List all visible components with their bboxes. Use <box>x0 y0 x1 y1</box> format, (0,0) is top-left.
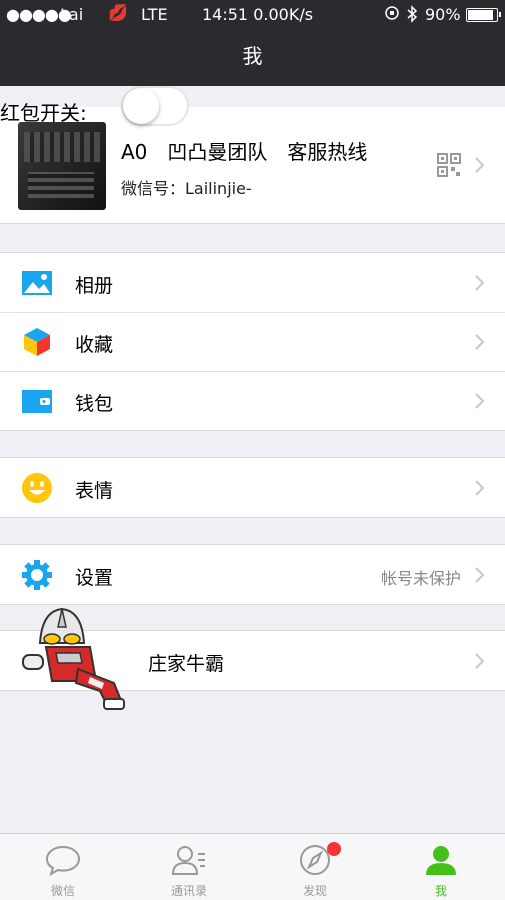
chevron-right-icon <box>475 653 485 669</box>
hongbao-toggle[interactable] <box>121 86 189 126</box>
wechat-id: 微信号：Lailinjie- <box>121 179 252 198</box>
status-bar: ●●●●● Lai 💋 LTE 14:51 0.00K/s 90% <box>0 0 505 30</box>
cell-album-label: 相册 <box>75 275 114 297</box>
battery-icon <box>466 8 501 22</box>
tab-bar: 微信 通讯录 发现 我 <box>0 833 505 900</box>
top-bar: ●●●●● Lai 💋 LTE 14:51 0.00K/s 90% 我 <box>0 0 505 86</box>
tab-contacts[interactable]: 通讯录 <box>126 834 252 900</box>
profile-name: A0 凹凸曼团队 客服热线 <box>121 140 368 164</box>
chevron-right-icon <box>475 334 485 350</box>
ultraman-sticker-icon <box>22 607 125 710</box>
tab-discover[interactable]: 发现 <box>252 834 378 900</box>
chevron-right-icon <box>475 275 485 291</box>
chevron-right-icon <box>475 157 485 173</box>
gear-icon <box>22 560 52 590</box>
discover-notification-badge <box>327 842 341 856</box>
cell-settings-label: 设置 <box>75 567 114 589</box>
smiley-icon <box>22 473 52 503</box>
avatar[interactable] <box>18 122 106 210</box>
hongbao-switch-label: 红包开关: <box>0 101 87 125</box>
chevron-right-icon <box>475 480 485 496</box>
album-icon <box>22 271 52 295</box>
cell-settings[interactable]: 设置 帐号未保护 <box>0 545 505 604</box>
favorites-cube-icon <box>24 328 50 356</box>
page-title: 我 <box>242 44 263 68</box>
cell-stickers-label: 表情 <box>75 480 114 502</box>
battery-percent: 90% <box>425 5 461 24</box>
tab-me[interactable]: 我 <box>378 834 504 900</box>
carrier-name: Lai <box>60 5 84 24</box>
contacts-icon <box>171 846 205 875</box>
cell-group-media: 相册 收藏 钱包 <box>0 252 505 431</box>
toggle-knob <box>123 88 159 124</box>
account-protection-status: 帐号未保护 <box>380 569 461 588</box>
cell-stickers[interactable]: 表情 <box>0 458 505 517</box>
rotation-lock-icon <box>384 5 400 25</box>
tab-discover-label: 发现 <box>302 884 327 898</box>
cell-favorites-label: 收藏 <box>75 334 114 356</box>
person-icon <box>426 846 456 875</box>
tab-chats[interactable]: 微信 <box>0 834 126 900</box>
cell-wallet-label: 钱包 <box>75 393 114 415</box>
tab-me-label: 我 <box>434 884 447 898</box>
wallet-icon <box>22 390 52 413</box>
qr-code-icon[interactable] <box>437 153 461 177</box>
cell-favorites[interactable]: 收藏 <box>0 312 505 371</box>
chevron-right-icon <box>475 393 485 409</box>
tab-contacts-label: 通讯录 <box>170 884 207 898</box>
chat-bubble-icon <box>45 845 81 876</box>
lips-icon: 💋 <box>108 3 128 22</box>
network-type: LTE <box>141 5 168 24</box>
cell-wallet[interactable]: 钱包 <box>0 371 505 430</box>
cell-game-label: 庄家牛霸 <box>148 653 225 675</box>
tab-chats-label: 微信 <box>50 884 75 898</box>
cell-group-stickers: 表情 <box>0 457 505 518</box>
chevron-right-icon <box>475 567 485 583</box>
bluetooth-icon <box>406 5 418 27</box>
time-speed: 14:51 0.00K/s <box>202 5 314 24</box>
cell-album[interactable]: 相册 <box>0 253 505 312</box>
cell-group-settings: 设置 帐号未保护 <box>0 544 505 605</box>
